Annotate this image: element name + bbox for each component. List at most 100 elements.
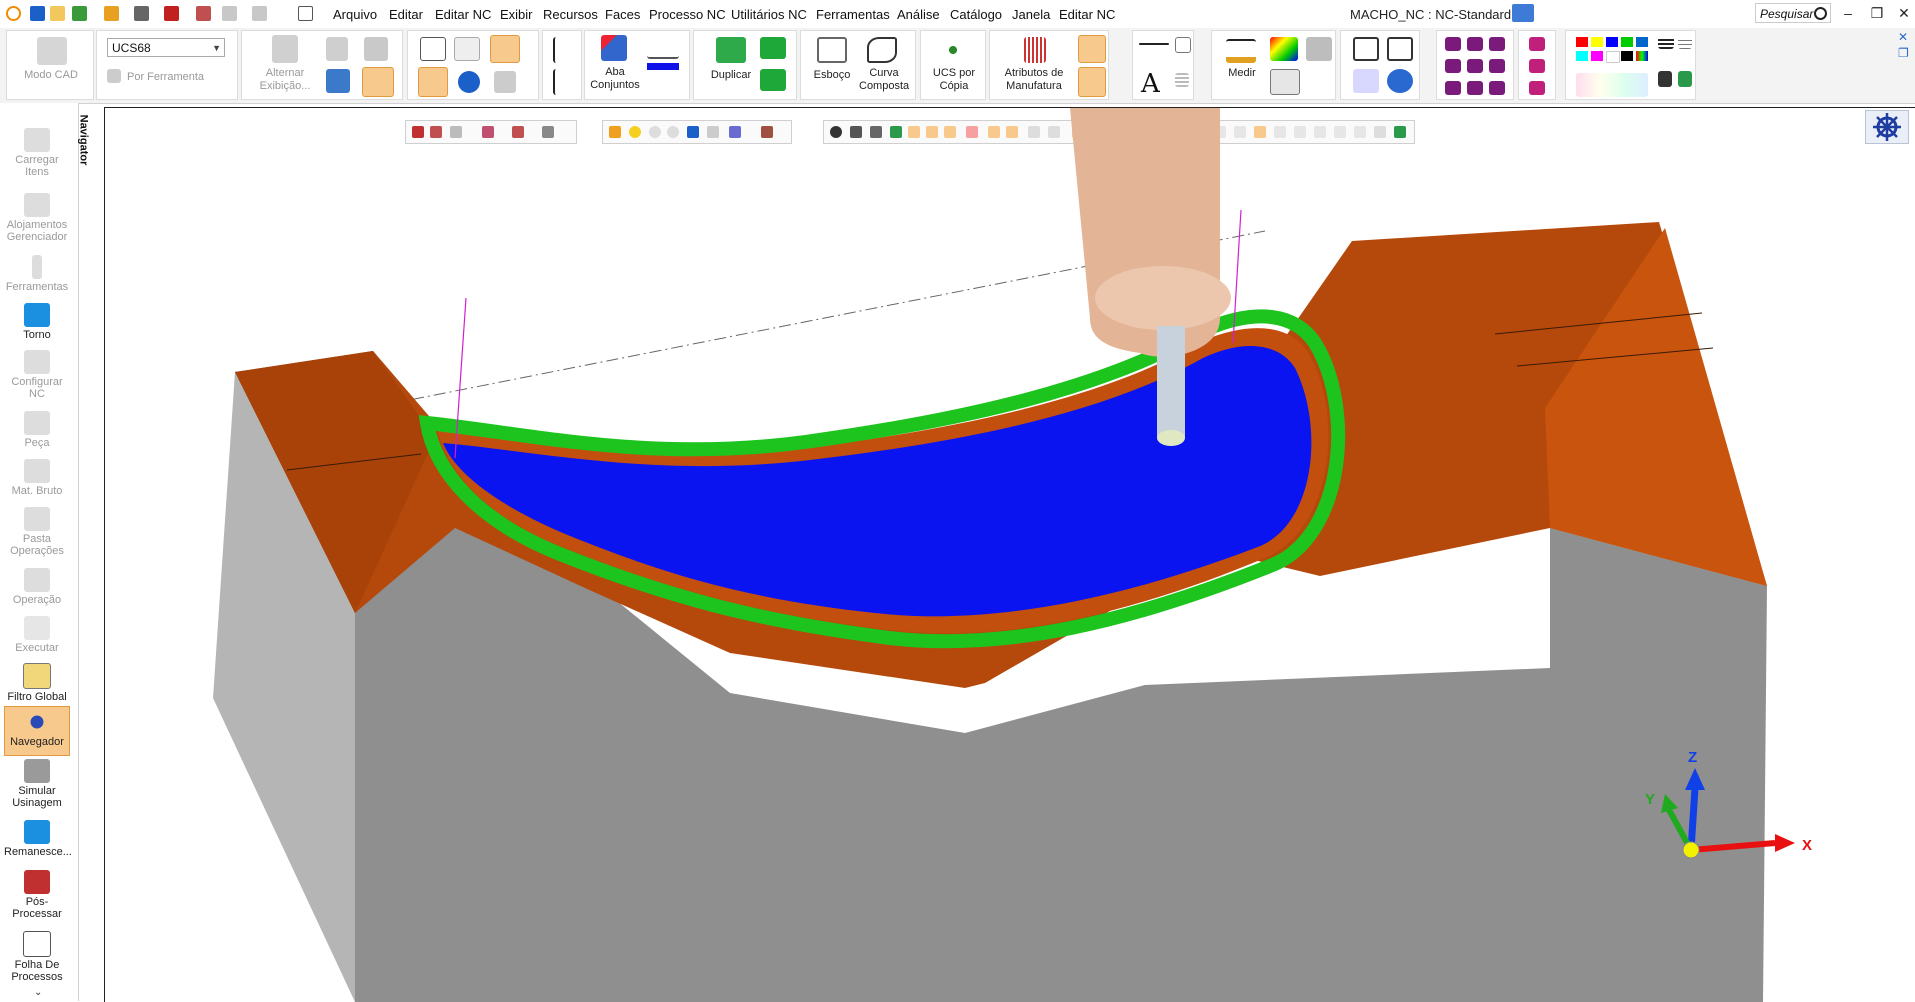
menu-faces[interactable]: Faces xyxy=(605,7,640,22)
sidebar-item-alojamentos[interactable]: Alojamentos Gerenciador xyxy=(4,193,70,243)
manufacturing-attributes-icon[interactable] xyxy=(1024,37,1046,63)
thread-icon[interactable] xyxy=(1078,35,1106,63)
panel-close-icon[interactable]: ✕ xyxy=(1898,30,1908,44)
measure-icon[interactable] xyxy=(1226,39,1256,63)
profile-icon[interactable] xyxy=(647,37,679,59)
green-face-2-icon[interactable] xyxy=(760,69,786,91)
color-magenta-swatch[interactable] xyxy=(1591,51,1603,61)
panel-restore-icon[interactable]: ❐ xyxy=(1898,46,1909,60)
redo-icon[interactable] xyxy=(252,6,267,21)
paint-icon[interactable] xyxy=(1529,37,1545,51)
paint-3-icon[interactable] xyxy=(1529,81,1545,95)
sidebar-item-ferramentas[interactable]: Ferramentas xyxy=(4,255,70,293)
view-8-icon[interactable] xyxy=(1467,81,1483,95)
sidebar-item-mat-bruto[interactable]: Mat. Bruto xyxy=(4,459,70,497)
sidebar-item-carregar-itens[interactable]: Carregar Itens xyxy=(4,128,70,178)
print-icon[interactable] xyxy=(164,6,179,21)
green-face-icon[interactable] xyxy=(760,37,786,59)
paint-2-icon[interactable] xyxy=(1529,59,1545,73)
angle-icon[interactable] xyxy=(1175,37,1191,53)
menu-recursos[interactable]: Recursos xyxy=(543,7,598,22)
view-4-icon[interactable] xyxy=(1445,59,1461,73)
vertical-dimension-icon[interactable] xyxy=(553,37,571,63)
view-2-icon[interactable] xyxy=(1467,37,1483,51)
sidebar-item-pos-processar[interactable]: Pós-Processar xyxy=(4,870,70,920)
menu-catalogo[interactable]: Catálogo xyxy=(950,7,1002,22)
save-icon[interactable] xyxy=(30,6,45,21)
color-green-swatch[interactable] xyxy=(1621,37,1633,47)
ordinate-icon[interactable] xyxy=(553,69,571,95)
blue-bar-icon[interactable] xyxy=(647,63,679,70)
grid-icon[interactable] xyxy=(134,6,149,21)
sidebar-item-operacao[interactable]: Operação xyxy=(4,568,70,606)
color-yellow-swatch[interactable] xyxy=(1591,37,1603,47)
view-1-icon[interactable] xyxy=(1445,37,1461,51)
sidebar-item-pasta-operacoes[interactable]: Pasta Operações xyxy=(4,507,70,557)
line-style-icon[interactable] xyxy=(1658,37,1674,49)
menu-processo-nc[interactable]: Processo NC xyxy=(649,7,726,22)
sidebar-item-simular-usinagem[interactable]: Simular Usinagem xyxy=(4,759,70,809)
sidebar-item-filtro-global[interactable]: Filtro Global xyxy=(4,663,70,703)
menu-analise[interactable]: Análise xyxy=(897,7,940,22)
stock-icon[interactable] xyxy=(364,37,388,61)
menu-editar-nc[interactable]: Editar NC xyxy=(435,7,491,22)
box-pick-icon[interactable] xyxy=(1270,69,1300,95)
color-red-swatch[interactable] xyxy=(1576,37,1588,47)
color-blue-swatch[interactable] xyxy=(1606,37,1618,47)
text-icon[interactable]: A xyxy=(1141,69,1160,99)
new-file-icon[interactable] xyxy=(72,6,87,21)
layout-toggle-icon[interactable] xyxy=(1512,4,1534,22)
assemblies-tab-icon[interactable] xyxy=(601,35,627,61)
brush-icon[interactable] xyxy=(1678,71,1692,87)
line-dash-icon[interactable] xyxy=(1678,37,1692,49)
tree-view-icon[interactable] xyxy=(420,37,446,61)
box-display-icon[interactable] xyxy=(362,67,394,97)
app-logo-icon[interactable] xyxy=(6,6,21,21)
pan-icon[interactable] xyxy=(1387,69,1413,93)
menu-arquivo[interactable]: Arquivo xyxy=(333,7,377,22)
window-icon[interactable] xyxy=(490,35,520,63)
menu-janela[interactable]: Janela xyxy=(1012,7,1050,22)
pastel-swatches[interactable] xyxy=(1576,73,1648,97)
open-folder-icon[interactable] xyxy=(50,6,65,21)
sidebar-item-peca[interactable]: Peça xyxy=(4,411,70,449)
view-7-icon[interactable] xyxy=(1445,81,1461,95)
sidebar-item-executar[interactable]: Executar xyxy=(4,616,70,654)
tool-display-icon[interactable] xyxy=(326,69,350,93)
tool-holder-icon[interactable] xyxy=(326,37,348,61)
menu-editar[interactable]: Editar xyxy=(389,7,423,22)
menu-utilitarios-nc[interactable]: Utilitários NC xyxy=(731,7,807,22)
sketch-icon[interactable] xyxy=(817,37,847,63)
sidebar-item-configurar-nc[interactable]: Configurar NC xyxy=(4,350,70,400)
parts-icon[interactable] xyxy=(494,71,516,93)
view-6-icon[interactable] xyxy=(1489,59,1505,73)
undo-icon[interactable] xyxy=(222,6,237,21)
close-button[interactable]: ✕ xyxy=(1895,5,1913,22)
color-white-swatch[interactable] xyxy=(1606,51,1620,63)
duplicate-icon[interactable] xyxy=(716,37,746,63)
zoom-all-icon[interactable] xyxy=(1387,37,1413,61)
sidebar-item-torno[interactable]: Torno xyxy=(4,303,70,341)
ucs-copy-icon[interactable] xyxy=(939,37,967,63)
list-view-icon[interactable] xyxy=(418,67,448,97)
assembly-icon[interactable] xyxy=(104,6,119,21)
color-gradient-swatch[interactable] xyxy=(1636,51,1648,61)
view-3-icon[interactable] xyxy=(1489,37,1505,51)
list-icon[interactable] xyxy=(298,6,313,21)
sidebar-item-remanescente[interactable]: Remanesce... xyxy=(4,820,72,858)
menu-editar-nc-2[interactable]: Editar NC xyxy=(1059,7,1115,22)
tap-icon[interactable] xyxy=(1078,67,1106,97)
dimension-icon[interactable] xyxy=(1139,43,1169,45)
view-9-icon[interactable] xyxy=(1489,81,1505,95)
sidebar-item-navegador[interactable]: Navegador xyxy=(4,706,70,756)
surface-icon[interactable] xyxy=(1306,37,1332,61)
info-icon[interactable] xyxy=(458,71,480,93)
sidebar-item-folha-processos[interactable]: Folha De Processos xyxy=(4,931,70,983)
copy-icon[interactable] xyxy=(196,6,211,21)
bars-icon[interactable] xyxy=(1175,73,1189,87)
menu-ferramentas[interactable]: Ferramentas xyxy=(816,7,890,22)
eyedropper-icon[interactable] xyxy=(1658,71,1672,87)
restore-button[interactable]: ❐ xyxy=(1868,5,1886,22)
menu-exibir[interactable]: Exibir xyxy=(500,7,533,22)
color-surface-icon[interactable] xyxy=(1270,37,1298,61)
